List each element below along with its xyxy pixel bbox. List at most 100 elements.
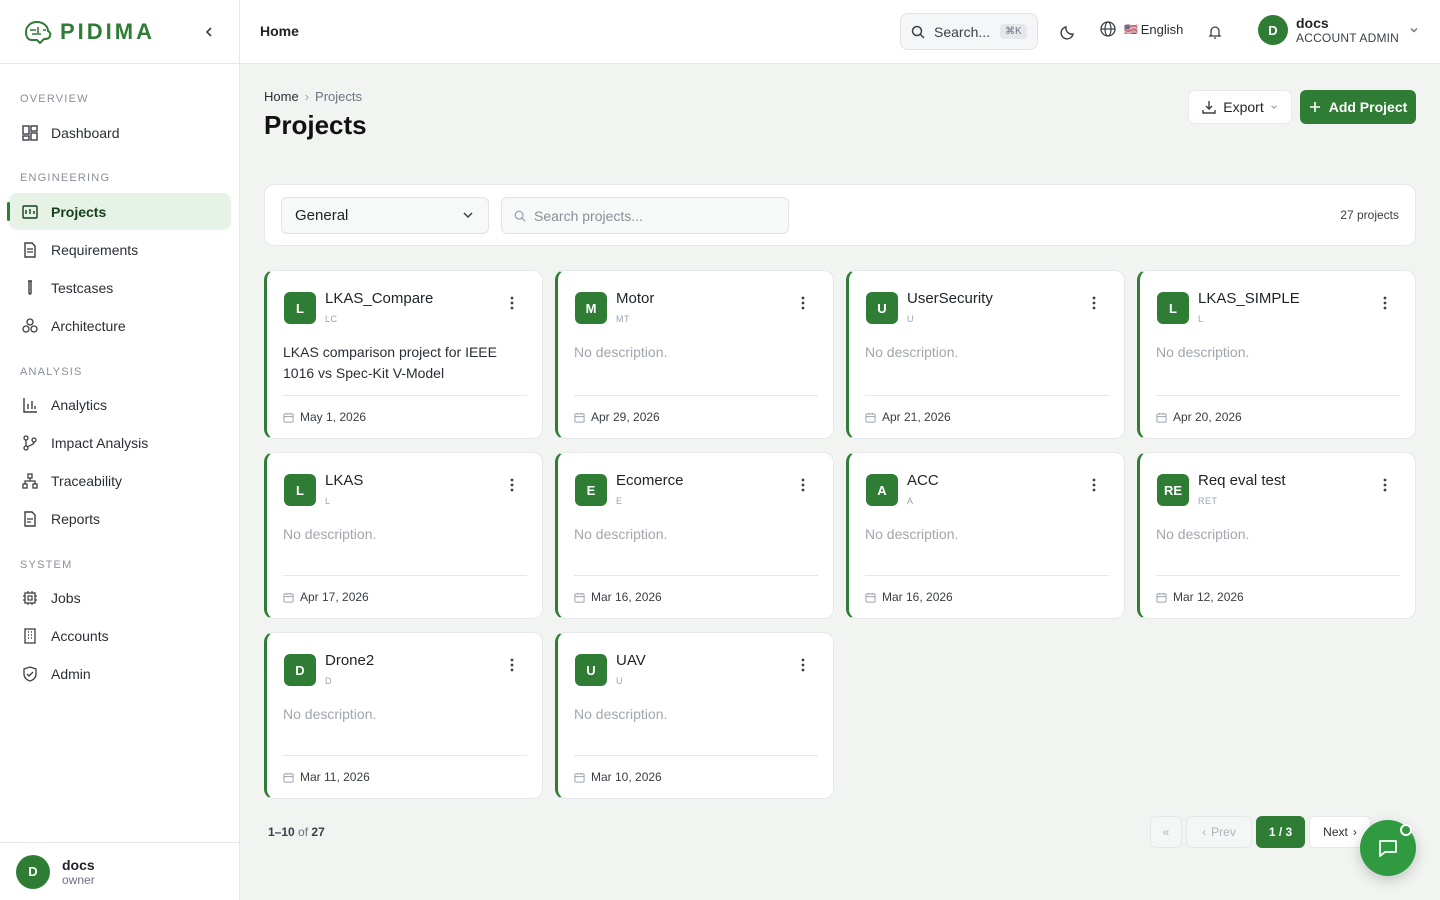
breadcrumb-home[interactable]: Home (264, 89, 299, 104)
filter-bar: General 27 projects (264, 184, 1416, 246)
sidebar-item-reports[interactable]: Reports (9, 500, 231, 537)
group-select[interactable]: General (281, 197, 489, 234)
project-name: ACC (907, 472, 939, 489)
export-label: Export (1223, 99, 1264, 115)
user-role: owner (62, 872, 95, 887)
moon-icon (1060, 26, 1074, 40)
project-date: Mar 11, 2026 (283, 770, 370, 784)
project-name: Ecomerce (616, 472, 684, 489)
more-options-button[interactable] (793, 293, 813, 313)
user-menu[interactable]: D docs ACCOUNT ADMIN (1258, 15, 1419, 45)
project-description: No description. (574, 344, 668, 360)
range-total: 27 (311, 825, 325, 839)
project-search-input[interactable] (534, 207, 774, 224)
add-project-button[interactable]: Add Project (1300, 90, 1416, 124)
chevron-left-icon: ‹ (1202, 825, 1207, 839)
sidebar-item-analytics[interactable]: Analytics (9, 386, 231, 423)
global-search-button[interactable]: Search... ⌘K (900, 13, 1038, 50)
project-card[interactable]: L LKAS L No description. Apr 17, 2026 (264, 452, 543, 619)
sidebar-item-jobs[interactable]: Jobs (9, 579, 231, 616)
sidebar-item-testcases[interactable]: Testcases (9, 269, 231, 306)
kebab-menu-icon (1092, 478, 1096, 492)
project-card[interactable]: U UserSecurity U No description. Apr 21, 202… (846, 270, 1125, 439)
page-title: Projects (264, 110, 367, 140)
chat-button[interactable] (1360, 820, 1416, 876)
sidebar-user[interactable]: D docs owner (0, 842, 239, 900)
project-name: Drone2 (325, 652, 375, 669)
topbar: Home Search... ⌘K 🇺🇸 English D docs ACCO… (240, 0, 1440, 64)
project-date: Apr 17, 2026 (283, 590, 369, 604)
project-date-text: Apr 29, 2026 (591, 410, 660, 424)
project-card[interactable]: E Ecomerce E No description. Mar 16, 2026 (555, 452, 834, 619)
dashboard-icon (21, 124, 39, 142)
sidebar-item-impact-analysis[interactable]: Impact Analysis (9, 424, 231, 461)
project-date-text: Mar 16, 2026 (591, 590, 662, 604)
more-options-button[interactable] (502, 293, 522, 313)
more-options-button[interactable] (502, 655, 522, 675)
kebab-menu-icon (510, 478, 514, 492)
language-selector[interactable]: 🇺🇸 English (1100, 21, 1183, 37)
sidebar-item-label: Reports (51, 510, 101, 527)
more-options-button[interactable] (1084, 293, 1104, 313)
project-badge: L (1157, 292, 1189, 324)
calendar-icon (865, 412, 876, 423)
more-options-button[interactable] (502, 475, 522, 495)
nav-section-analysis: ANALYSIS (20, 366, 83, 378)
search-shortcut: ⌘K (1000, 24, 1027, 39)
more-options-button[interactable] (1084, 475, 1104, 495)
prev-page-button[interactable]: ‹ Prev (1186, 816, 1252, 848)
project-name: UAV (616, 652, 646, 669)
bell-icon (1208, 26, 1222, 39)
sidebar-item-architecture[interactable]: Architecture (9, 307, 231, 344)
network-icon (21, 472, 39, 490)
sidebar-item-requirements[interactable]: Requirements (9, 231, 231, 268)
sidebar-item-accounts[interactable]: Accounts (9, 617, 231, 654)
first-page-icon: « (1162, 825, 1170, 839)
project-card[interactable]: D Drone2 D No description. Mar 11, 2026 (264, 632, 543, 799)
project-card[interactable]: A ACC A No description. Mar 16, 2026 (846, 452, 1125, 619)
pagination-range: 1–10 of 27 (268, 825, 325, 839)
card-divider (283, 755, 527, 756)
export-button[interactable]: Export (1188, 90, 1292, 124)
search-label: Search... (934, 23, 991, 40)
project-badge: L (284, 474, 316, 506)
project-description: No description. (865, 526, 959, 542)
more-options-button[interactable] (793, 655, 813, 675)
calendar-icon (1156, 592, 1167, 603)
download-icon (1202, 101, 1216, 114)
document-icon (21, 241, 39, 259)
project-key: RET (1198, 496, 1218, 506)
sidebar-item-projects[interactable]: Projects (7, 193, 231, 230)
kebab-menu-icon (510, 658, 514, 672)
project-card[interactable]: RE Req eval test RET No description. Mar 12,… (1137, 452, 1416, 619)
prev-label: Prev (1211, 825, 1236, 839)
sidebar-item-dashboard[interactable]: Dashboard (9, 114, 231, 151)
project-description: No description. (283, 706, 377, 722)
project-date-text: Apr 20, 2026 (1173, 410, 1242, 424)
notifications-button[interactable] (1203, 20, 1227, 44)
project-card[interactable]: L LKAS_SIMPLE L No description. Apr 20, 2026 (1137, 270, 1416, 439)
project-badge: E (575, 474, 607, 506)
sidebar: PIDIMA OVERVIEW Dashboard ENGINEERING Pr… (0, 0, 240, 900)
first-page-button[interactable]: « (1150, 816, 1182, 848)
more-options-button[interactable] (1375, 475, 1395, 495)
theme-toggle-button[interactable] (1056, 20, 1080, 44)
more-options-button[interactable] (1375, 293, 1395, 313)
project-date-text: Mar 11, 2026 (300, 770, 370, 784)
collapse-sidebar-button[interactable] (199, 22, 219, 42)
sidebar-item-traceability[interactable]: Traceability (9, 462, 231, 499)
calendar-icon (1156, 412, 1167, 423)
more-options-button[interactable] (793, 475, 813, 495)
project-card[interactable]: U UAV U No description. Mar 10, 2026 (555, 632, 834, 799)
project-card[interactable]: L LKAS_Compare LC LKAS comparison project f… (264, 270, 543, 439)
project-key: LC (325, 314, 338, 324)
calendar-icon (865, 592, 876, 603)
project-card[interactable]: M Motor MT No description. Apr 29, 2026 (555, 270, 834, 439)
sidebar-item-admin[interactable]: Admin (9, 655, 231, 692)
project-key: U (907, 314, 914, 324)
project-key: D (325, 676, 332, 686)
calendar-icon (283, 592, 294, 603)
project-date-text: Mar 10, 2026 (591, 770, 662, 784)
project-badge: RE (1157, 474, 1189, 506)
bar-chart-icon (21, 396, 39, 414)
